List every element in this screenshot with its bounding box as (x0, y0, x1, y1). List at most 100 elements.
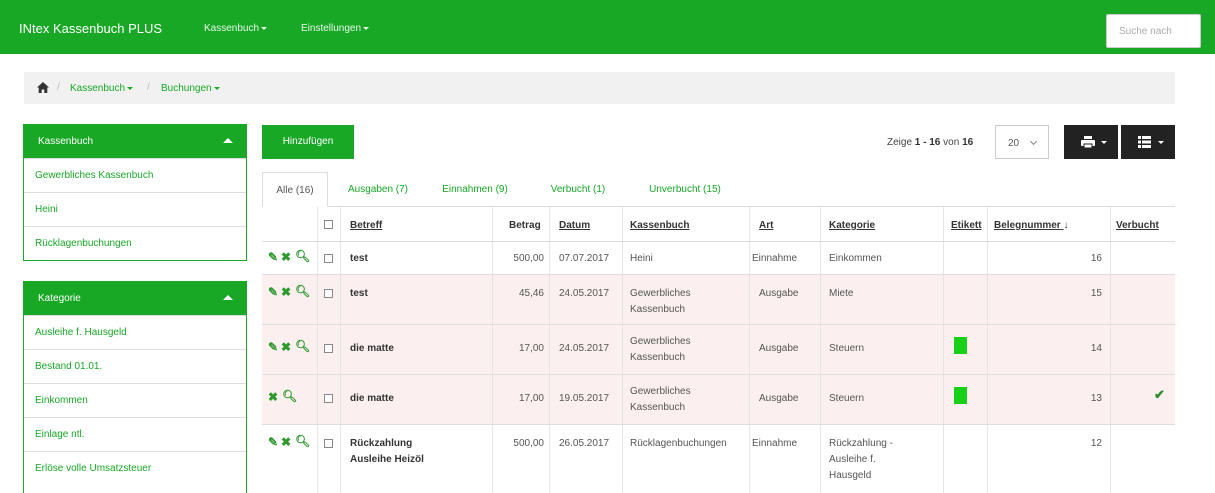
cell-betrag: 45,46 (518, 288, 544, 299)
breadcrumb-separator: / (57, 82, 60, 93)
table-row[interactable]: ✎ ✖ 🔍︎ die matte 17,00 24.05.2017 Gewerb… (262, 324, 1175, 374)
pagination-range: 1 - 16 (914, 137, 941, 148)
select-all-checkbox[interactable] (324, 220, 333, 229)
sidebar-item-ausleihe-hausgeld[interactable]: Ausleihe f. Hausgeld (24, 315, 246, 349)
delete-icon[interactable]: ✖ (281, 250, 291, 264)
search-icon[interactable]: 🔍︎ (295, 284, 310, 298)
header-belegnummer[interactable]: Belegnummer ↓ (994, 218, 1068, 234)
search-icon[interactable]: 🔍︎ (295, 249, 310, 263)
delete-icon[interactable]: ✖ (268, 390, 278, 404)
sidebar-item-einlage[interactable]: Einlage ntl. (24, 417, 246, 451)
nav-menu-kassenbuch[interactable]: Kassenbuch (204, 23, 268, 34)
cell-kassenbuch: Gewerbliches Kassenbuch (630, 288, 691, 315)
tab-ausgaben[interactable]: Ausgaben (7) (335, 172, 421, 207)
kassenbuch-panel-title: Kassenbuch (38, 136, 94, 147)
header-verbucht[interactable]: Verbucht (1116, 218, 1159, 234)
home-icon[interactable] (37, 82, 49, 93)
cell-art: Ausgabe (759, 393, 799, 404)
breadcrumb-buchungen[interactable]: Buchungen (161, 83, 220, 94)
cell-datum: 24.05.2017 (559, 343, 610, 354)
pagination-prefix: Zeige (887, 137, 913, 148)
nav-menu-einstellungen[interactable]: Einstellungen (301, 23, 370, 34)
kassenbuch-panel-header[interactable]: Kassenbuch (24, 125, 246, 158)
columns-button[interactable] (1121, 125, 1175, 159)
header-betrag[interactable]: Betrag (509, 218, 541, 234)
edit-icon[interactable]: ✎ (268, 340, 278, 354)
table-row[interactable]: ✎ ✖ 🔍︎ test 500,00 07.07.2017 Heini Einn… (262, 241, 1175, 274)
pagination-mid: von (943, 137, 960, 148)
kategorie-panel-title: Kategorie (38, 293, 81, 304)
table-header-row: Betreff Betrag Datum Kassenbuch Art Kate… (262, 207, 1175, 241)
pagination-info: Zeige 1 - 16 von 16 (887, 137, 973, 148)
cell-kassenbuch: Gewerbliches Kassenbuch (630, 386, 691, 413)
tab-verbucht[interactable]: Verbucht (1) (536, 172, 620, 207)
sidebar-item-erloese[interactable]: Erlöse volle Umsatzsteuer (24, 451, 246, 485)
cell-betrag: 500,00 (513, 438, 544, 449)
breadcrumb-kassenbuch-label: Kassenbuch (70, 83, 126, 94)
page-size-select[interactable]: 20 (995, 125, 1049, 159)
cell-datum: 26.05.2017 (559, 438, 610, 449)
cell-art: Einnahme (752, 438, 798, 449)
cell-betreff: Rückzahlung Ausleihe Heizöl (350, 438, 424, 465)
cell-betrag: 500,00 (513, 253, 544, 264)
caret-down-icon (363, 26, 370, 30)
chevron-up-icon[interactable] (223, 295, 233, 300)
row-checkbox[interactable] (324, 439, 333, 448)
filter-tabs: Alle (16) Ausgaben (7) Einnahmen (9) Ver… (262, 172, 1175, 207)
edit-icon[interactable]: ✎ (268, 285, 278, 299)
cell-betreff: die matte (350, 393, 394, 404)
sidebar-item-einkommen[interactable]: Einkommen (24, 383, 246, 417)
table-row[interactable]: ✎ ✖ 🔍︎ Rückzahlung Ausleihe Heizöl 500,0… (262, 424, 1175, 493)
tab-unverbucht[interactable]: Unverbucht (15) (633, 172, 737, 207)
add-button[interactable]: Hinzufügen (262, 125, 354, 159)
table-row[interactable]: ✖ 🔍︎ die matte 17,00 19.05.2017 Gewerbli… (262, 374, 1175, 424)
header-kassenbuch[interactable]: Kassenbuch (630, 218, 689, 234)
search-icon[interactable]: 🔍︎ (295, 434, 310, 448)
sidebar-item-ruecklagenbuchungen[interactable]: Rücklagenbuchungen (24, 226, 246, 260)
sidebar-item-gewerbliches-kassenbuch[interactable]: Gewerbliches Kassenbuch (24, 158, 246, 192)
cell-art: Ausgabe (759, 343, 799, 354)
etikett-label (954, 337, 967, 354)
caret-down-icon (213, 86, 220, 90)
search-icon[interactable]: 🔍︎ (282, 389, 297, 403)
search-input[interactable] (1106, 14, 1201, 48)
cell-belegnummer: 13 (1090, 393, 1102, 404)
header-betreff[interactable]: Betreff (350, 218, 382, 234)
checkmark-icon: ✔ (1154, 387, 1165, 402)
print-button[interactable] (1064, 125, 1118, 159)
chevron-up-icon[interactable] (223, 138, 233, 143)
sidebar-item-heini[interactable]: Heini (24, 192, 246, 226)
caret-down-icon (261, 26, 268, 30)
header-kategorie[interactable]: Kategorie (829, 218, 875, 234)
tab-alle[interactable]: Alle (16) (262, 172, 328, 207)
cell-betrag: 17,00 (518, 343, 544, 354)
cell-belegnummer: 12 (1090, 438, 1102, 449)
caret-down-icon (127, 86, 134, 90)
cell-kassenbuch: Gewerbliches Kassenbuch (630, 336, 691, 363)
kategorie-panel-header[interactable]: Kategorie (24, 282, 246, 315)
row-checkbox[interactable] (324, 254, 333, 263)
header-art[interactable]: Art (759, 218, 773, 234)
brand-title[interactable]: INtex Kassenbuch PLUS (19, 21, 162, 36)
cell-datum: 24.05.2017 (559, 288, 610, 299)
sidebar-item-bestand[interactable]: Bestand 01.01. (24, 349, 246, 383)
header-etikett[interactable]: Etikett (951, 218, 982, 234)
nav-menu-kassenbuch-label: Kassenbuch (204, 23, 260, 34)
etikett-label (954, 387, 967, 404)
breadcrumb-kassenbuch[interactable]: Kassenbuch (70, 83, 134, 94)
edit-icon[interactable]: ✎ (268, 435, 278, 449)
delete-icon[interactable]: ✖ (281, 340, 291, 354)
row-checkbox[interactable] (324, 344, 333, 353)
header-datum[interactable]: Datum (559, 218, 590, 234)
breadcrumb-separator: / (147, 82, 150, 93)
search-icon[interactable]: 🔍︎ (295, 339, 310, 353)
table-row[interactable]: ✎ ✖ 🔍︎ test 45,46 24.05.2017 Gewerbliche… (262, 274, 1175, 324)
row-checkbox[interactable] (324, 289, 333, 298)
tab-einnahmen[interactable]: Einnahmen (9) (429, 172, 521, 207)
cell-belegnummer: 16 (1090, 253, 1102, 264)
row-checkbox[interactable] (324, 394, 333, 403)
delete-icon[interactable]: ✖ (281, 285, 291, 299)
edit-icon[interactable]: ✎ (268, 250, 278, 264)
delete-icon[interactable]: ✖ (281, 435, 291, 449)
kassenbuch-panel: Kassenbuch Gewerbliches Kassenbuch Heini… (23, 124, 247, 261)
